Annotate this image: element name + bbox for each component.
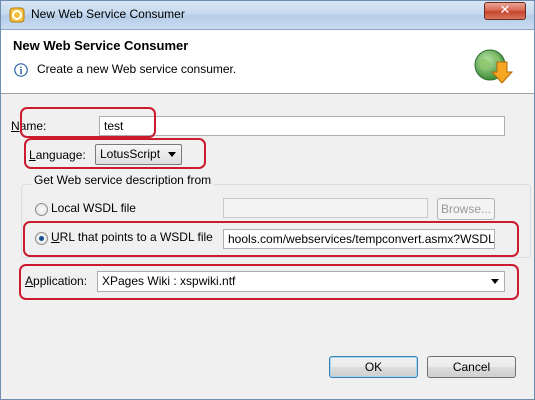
group-title: Get Web service description from: [31, 173, 215, 187]
highlight-url: [23, 221, 519, 257]
ok-button[interactable]: OK: [329, 356, 418, 378]
browse-button: Browse...: [437, 198, 495, 220]
dialog-window: New Web Service Consumer ✕ New Web Servi…: [0, 0, 535, 400]
local-wsdl-radio[interactable]: [35, 203, 48, 216]
info-icon: i: [14, 63, 28, 77]
local-wsdl-label: Local WSDL file: [51, 201, 136, 215]
header-title: New Web Service Consumer: [13, 38, 189, 53]
close-button[interactable]: ✕: [484, 2, 526, 20]
highlight-language: [24, 138, 206, 169]
title-bar: New Web Service Consumer ✕: [1, 1, 534, 30]
close-icon: ✕: [499, 3, 511, 18]
name-field[interactable]: test: [99, 116, 505, 136]
window-title: New Web Service Consumer: [31, 7, 185, 21]
lotus-app-icon: [9, 7, 25, 23]
web-service-globe-icon: [474, 49, 513, 84]
cancel-button[interactable]: Cancel: [427, 356, 516, 378]
header-description: Create a new Web service consumer.: [37, 62, 237, 76]
local-wsdl-path-field: [223, 198, 428, 218]
highlight-name: [20, 107, 156, 138]
highlight-application: [19, 264, 519, 300]
svg-text:i: i: [20, 66, 23, 77]
wizard-header: New Web Service Consumer i Create a new …: [1, 30, 534, 94]
